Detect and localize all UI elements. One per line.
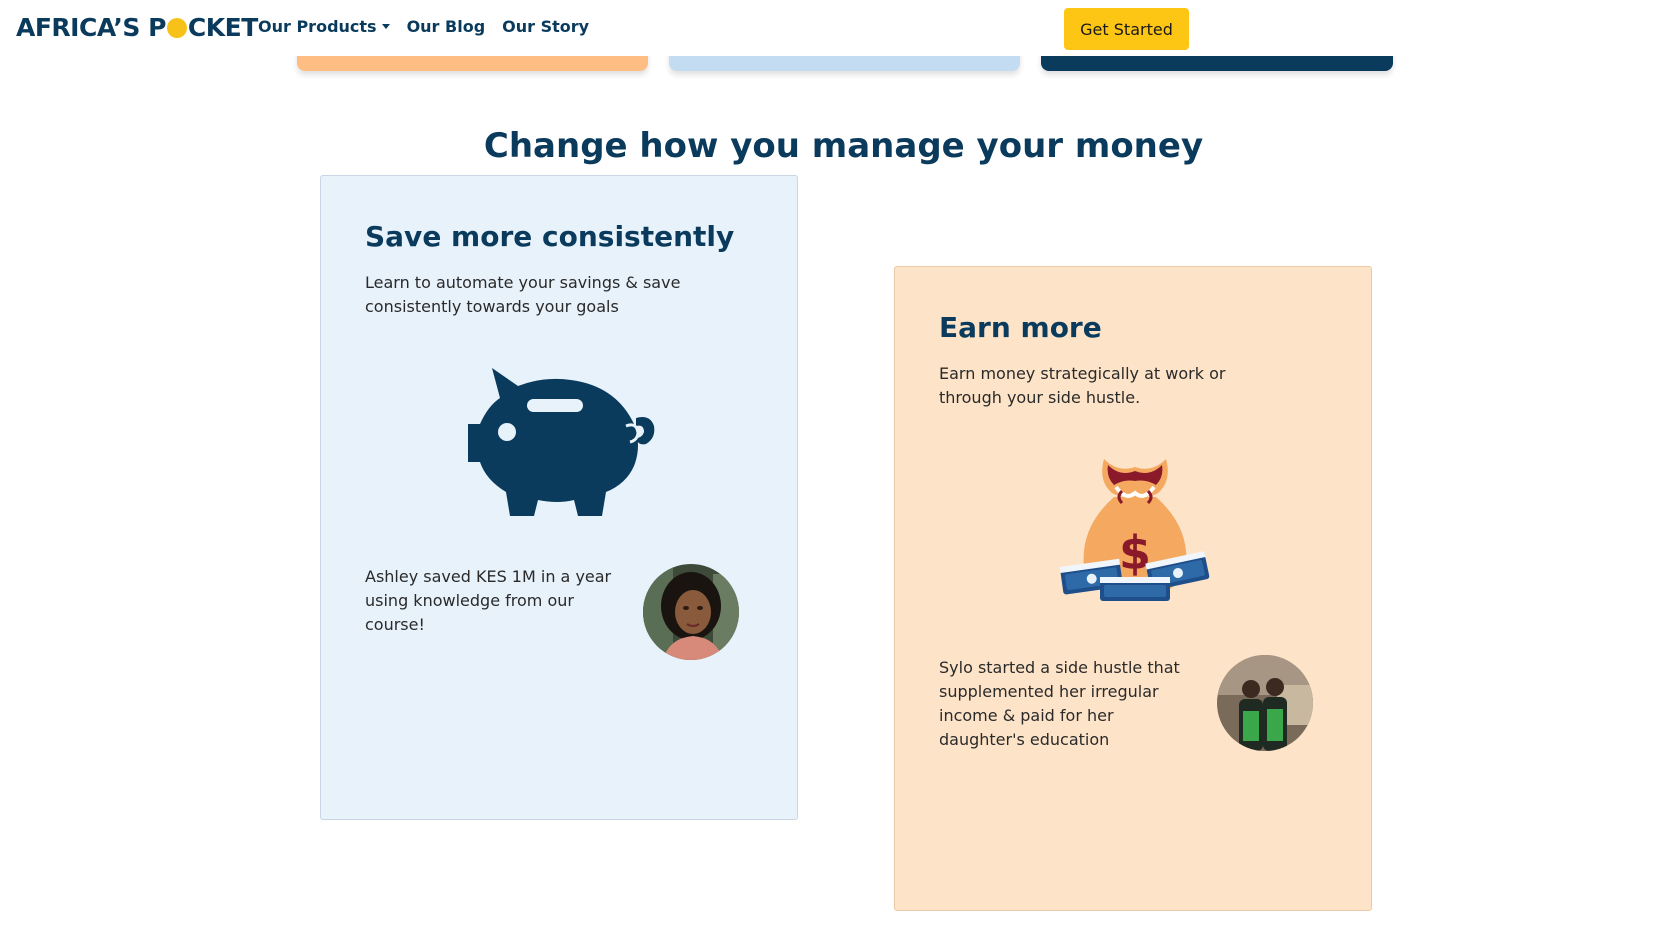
brand-sun-icon (166, 18, 187, 38)
avatar-ashley (643, 564, 739, 660)
earn-more-card: Earn more Earn money strategically at wo… (894, 266, 1372, 911)
brand-text-right: CKET (187, 12, 258, 42)
earn-card-testimonial: Sylo started a side hustle that suppleme… (939, 658, 1180, 749)
money-bag-icon: $ (1060, 459, 1210, 601)
save-card-testimonial: Ashley saved KES 1M in a year using know… (365, 567, 612, 634)
save-card-title: Save more consistently (365, 220, 735, 253)
nav-links: Our Products Our Blog Our Story (258, 17, 589, 36)
brand-text-left: AFRICA’S P (16, 12, 166, 42)
chevron-down-icon (381, 24, 390, 29)
section-title: Change how you manage your money (483, 126, 1204, 166)
nav-our-blog[interactable]: Our Blog (407, 17, 486, 36)
piggy-bank-icon (468, 368, 655, 516)
nav-our-products-label: Our Products (258, 17, 377, 36)
nav-our-products[interactable]: Our Products (258, 17, 390, 36)
earn-card-title: Earn more (939, 311, 1102, 344)
save-card-description: Learn to automate your savings & save co… (365, 273, 681, 316)
brand-logo[interactable]: AFRICA’S P CKET (16, 12, 258, 42)
svg-text:$: $ (1119, 526, 1151, 580)
navbar: AFRICA’S P CKET Our Products Our Blog Our… (0, 0, 1680, 56)
get-started-button[interactable]: Get Started (1064, 8, 1189, 50)
earn-card-description: Earn money strategically at work or thro… (939, 364, 1226, 407)
nav-our-story[interactable]: Our Story (502, 17, 589, 36)
avatar-sylo (1217, 655, 1313, 751)
save-more-card: Save more consistently Learn to automate… (320, 175, 798, 820)
